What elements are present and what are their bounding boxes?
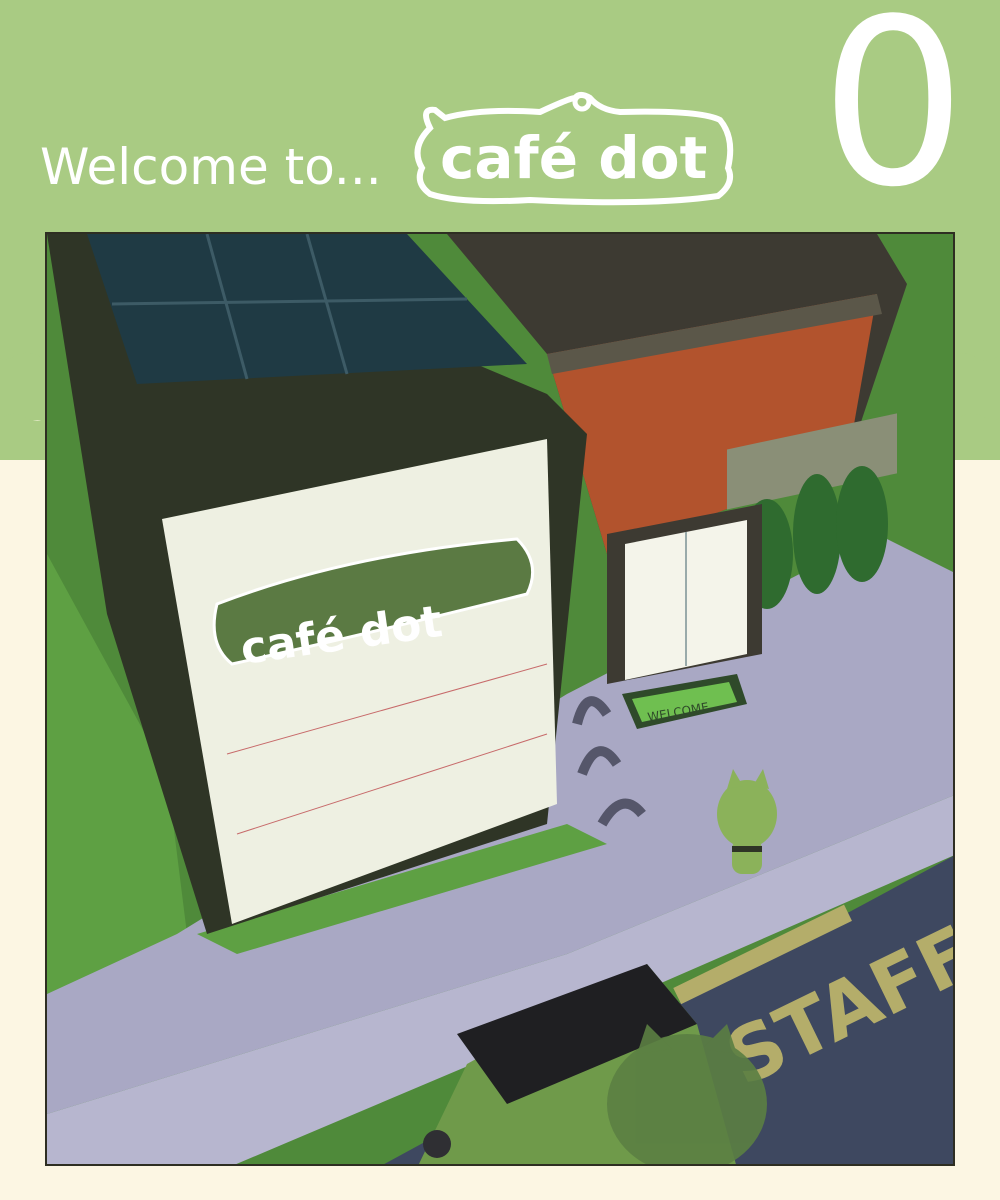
cafe-illustration: STAFF WELCOME café dot <box>45 232 955 1166</box>
cafe-scene-svg: STAFF WELCOME café dot <box>47 234 953 1164</box>
shrub <box>836 466 888 582</box>
chapter-number: 0 <box>820 0 967 238</box>
cafe-dot-logo: café dot <box>414 92 734 206</box>
logo-text: café dot <box>440 124 707 192</box>
shrub <box>793 474 841 594</box>
welcome-text: Welcome to... <box>40 138 382 196</box>
